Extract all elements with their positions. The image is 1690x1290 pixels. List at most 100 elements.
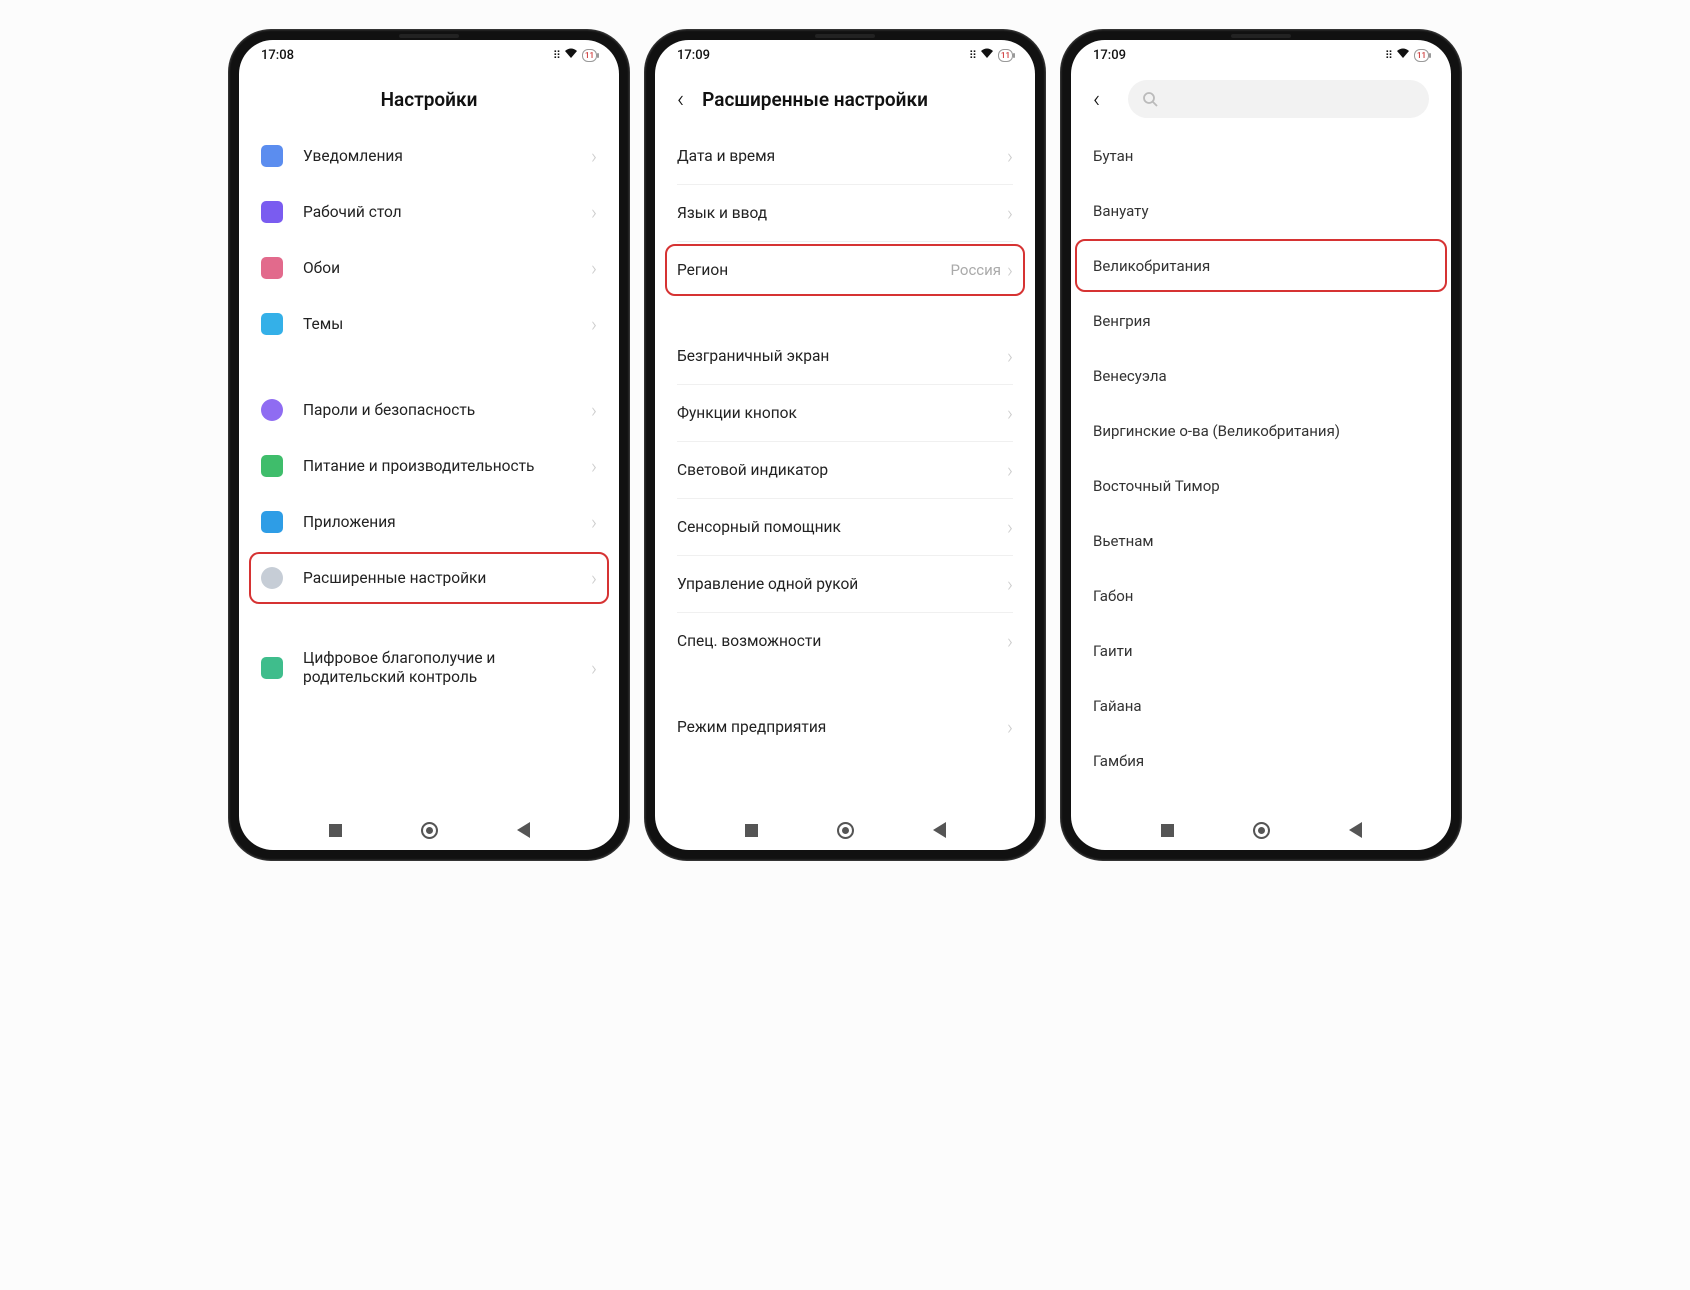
- row-label: Уведомления: [303, 147, 591, 165]
- page-title: Настройки: [381, 88, 478, 111]
- nav-recents-icon[interactable]: [1161, 824, 1174, 837]
- ic-home-icon: [261, 201, 283, 223]
- settings-row[interactable]: Режим предприятия›: [655, 699, 1035, 755]
- settings-list[interactable]: Уведомления›Рабочий стол›Обои›Темы›Парол…: [239, 128, 619, 810]
- chevron-right-icon: ›: [1007, 515, 1013, 539]
- row-label: Пароли и безопасность: [303, 401, 591, 419]
- nav-recents-icon[interactable]: [745, 824, 758, 837]
- settings-row[interactable]: Уведомления›: [239, 128, 619, 184]
- row-label: Световой индикатор: [677, 461, 1007, 479]
- region-row[interactable]: Венесуэла: [1071, 348, 1451, 403]
- chevron-right-icon: ›: [1007, 629, 1013, 653]
- settings-row[interactable]: Спец. возможности›: [655, 613, 1035, 669]
- chevron-right-icon: ›: [1007, 401, 1013, 425]
- nav-recents-icon[interactable]: [329, 824, 342, 837]
- chevron-right-icon: ›: [1007, 344, 1013, 368]
- row-label: Рабочий стол: [303, 203, 591, 221]
- advanced-list[interactable]: Дата и время›Язык и ввод›РегионРоссия›Бе…: [655, 128, 1035, 810]
- region-row[interactable]: Гаити: [1071, 623, 1451, 678]
- ic-lock-icon: [261, 399, 283, 421]
- status-time: 17:08: [261, 48, 294, 63]
- row-label: Приложения: [303, 513, 591, 531]
- region-row[interactable]: Вьетнам: [1071, 513, 1451, 568]
- region-row[interactable]: Венгрия: [1071, 293, 1451, 348]
- ic-bell-icon: [261, 145, 283, 167]
- ic-wall-icon: [261, 257, 283, 279]
- chevron-right-icon: ›: [591, 454, 597, 478]
- settings-row[interactable]: Язык и ввод›: [655, 185, 1035, 241]
- phone-frame-2: 17:09 ⠿ 11 ‹ Расширенные настройки Дата …: [645, 30, 1045, 860]
- status-bar: 17:09 ⠿ 11: [1071, 40, 1451, 70]
- status-time: 17:09: [677, 48, 710, 63]
- region-label: Венгрия: [1093, 312, 1429, 330]
- ic-theme-icon: [261, 313, 283, 335]
- settings-row[interactable]: Дата и время›: [655, 128, 1035, 184]
- row-label: Цифровое благополучие и родительский кон…: [303, 649, 591, 688]
- settings-row[interactable]: Рабочий стол›: [239, 184, 619, 240]
- chevron-right-icon: ›: [591, 200, 597, 224]
- region-row[interactable]: Гайана: [1071, 678, 1451, 733]
- row-label: Функции кнопок: [677, 404, 1007, 422]
- phone-frame-3: 17:09 ⠿ 11 ‹ Бутан ВануатуВеликобритания В…: [1061, 30, 1461, 860]
- region-label: Гамбия: [1093, 752, 1429, 770]
- navigation-bar: [655, 810, 1035, 850]
- page-header: ‹ Расширенные настройки: [655, 70, 1035, 128]
- settings-row[interactable]: Расширенные настройки›: [239, 550, 619, 606]
- back-button[interactable]: ‹: [1093, 87, 1100, 111]
- nav-home-icon[interactable]: [1253, 822, 1270, 839]
- region-row[interactable]: Восточный Тимор: [1071, 458, 1451, 513]
- status-icons: ⠿ 11: [553, 48, 597, 63]
- region-list[interactable]: Бутан ВануатуВеликобритания Венгрия Венесуэ…: [1071, 128, 1451, 810]
- region-label: Бутан: [1093, 147, 1429, 165]
- nav-back-icon[interactable]: [933, 822, 946, 838]
- region-row[interactable]: Бутан: [1071, 128, 1451, 183]
- chevron-right-icon: ›: [1007, 144, 1013, 168]
- settings-row[interactable]: Пароли и безопасность›: [239, 382, 619, 438]
- settings-row[interactable]: РегионРоссия›: [655, 242, 1035, 298]
- settings-row[interactable]: Сенсорный помощник›: [655, 499, 1035, 555]
- region-row[interactable]: Гамбия: [1071, 733, 1451, 788]
- region-label: Виргинские о-ва (Великобритания): [1093, 422, 1429, 440]
- settings-row[interactable]: Световой индикатор›: [655, 442, 1035, 498]
- settings-row[interactable]: Питание и производительность›: [239, 438, 619, 494]
- settings-row[interactable]: Цифровое благополучие и родительский кон…: [239, 636, 619, 700]
- phone-frame-1: 17:08 ⠿ 11 Настройки Уведомления›Рабочий…: [229, 30, 629, 860]
- chevron-right-icon: ›: [591, 144, 597, 168]
- chevron-right-icon: ›: [591, 256, 597, 280]
- region-label: Венесуэла: [1093, 367, 1429, 385]
- nav-back-icon[interactable]: [517, 822, 530, 838]
- status-icons: ⠿ 11: [969, 48, 1013, 63]
- settings-row[interactable]: Темы›: [239, 296, 619, 352]
- page-header: Настройки: [239, 70, 619, 128]
- region-row[interactable]: Вануату: [1071, 183, 1451, 238]
- region-row[interactable]: Габон: [1071, 568, 1451, 623]
- settings-row[interactable]: Безграничный экран›: [655, 328, 1035, 384]
- ic-batt-icon: [261, 455, 283, 477]
- region-row[interactable]: Виргинские о-ва (Великобритания): [1071, 403, 1451, 458]
- row-label: Расширенные настройки: [303, 569, 591, 587]
- nav-home-icon[interactable]: [421, 822, 438, 839]
- row-label: Темы: [303, 315, 591, 333]
- settings-row[interactable]: Управление одной рукой›: [655, 556, 1035, 612]
- nav-back-icon[interactable]: [1349, 822, 1362, 838]
- region-row[interactable]: Великобритания: [1071, 238, 1451, 293]
- row-label: Управление одной рукой: [677, 575, 1007, 593]
- region-label: Гаити: [1093, 642, 1429, 660]
- region-label: Габон: [1093, 587, 1429, 605]
- settings-row[interactable]: Функции кнопок›: [655, 385, 1035, 441]
- screen-advanced-settings: 17:09 ⠿ 11 ‹ Расширенные настройки Дата …: [655, 40, 1035, 850]
- battery-icon: 11: [998, 49, 1013, 62]
- navigation-bar: [239, 810, 619, 850]
- settings-row[interactable]: Приложения›: [239, 494, 619, 550]
- region-label: Гайана: [1093, 697, 1429, 715]
- search-input[interactable]: [1128, 80, 1429, 118]
- chevron-right-icon: ›: [591, 398, 597, 422]
- ic-adv-icon: [261, 567, 283, 589]
- battery-icon: 11: [582, 49, 597, 62]
- wifi-icon: [1396, 48, 1410, 63]
- back-button[interactable]: ‹: [677, 87, 684, 111]
- settings-row[interactable]: Обои›: [239, 240, 619, 296]
- nav-home-icon[interactable]: [837, 822, 854, 839]
- row-label: Язык и ввод: [677, 204, 1007, 222]
- row-label: Питание и производительность: [303, 457, 591, 475]
